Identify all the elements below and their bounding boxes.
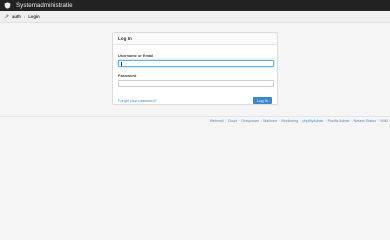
breadcrumb-separator: › xyxy=(23,14,26,19)
footer-link-groupware[interactable]: Groupware xyxy=(241,119,259,123)
footer: Webmail · Cloud · Groupware · Mailmerr · Mon… xyxy=(0,116,390,124)
footer-link-postfix-admin[interactable]: Postfix Admin xyxy=(328,119,350,123)
login-button[interactable]: Log In xyxy=(253,97,272,104)
login-heading: Log In xyxy=(113,33,277,45)
shield-icon[interactable] xyxy=(4,2,11,9)
forgot-password-link[interactable]: Forgot your password? xyxy=(118,99,157,103)
password-label: Password xyxy=(118,73,137,78)
wrench-icon xyxy=(4,14,9,19)
username-input[interactable] xyxy=(118,60,274,67)
footer-links: Webmail · Cloud · Groupware · Mailmerr · Mon… xyxy=(209,119,388,123)
footer-link-webmail[interactable]: Webmail xyxy=(210,119,224,123)
breadcrumb-item-login: Login xyxy=(28,14,40,19)
footer-link-cloud[interactable]: Cloud xyxy=(228,119,237,123)
brand-title[interactable]: Systemadministratie xyxy=(16,2,73,9)
footer-link-phpmyadmin[interactable]: phpMyAdmin xyxy=(302,119,323,123)
password-input[interactable] xyxy=(118,80,274,87)
footer-link-wiki[interactable]: WIKI xyxy=(380,119,388,123)
username-label: Username or Email xyxy=(118,53,154,58)
footer-link-mailmerr[interactable]: Mailmerr xyxy=(263,119,277,123)
top-navbar: Systemadministratie xyxy=(0,0,390,11)
breadcrumb-item-auth[interactable]: auth xyxy=(12,14,21,19)
footer-link-monitoring[interactable]: Monitoring xyxy=(281,119,298,123)
login-panel: Log In Username or Email Password Forgot… xyxy=(112,32,278,105)
text-caret xyxy=(121,62,122,66)
breadcrumb: auth › Login xyxy=(0,11,390,23)
footer-link-netaxs-status[interactable]: Netaxs Status xyxy=(354,119,376,123)
